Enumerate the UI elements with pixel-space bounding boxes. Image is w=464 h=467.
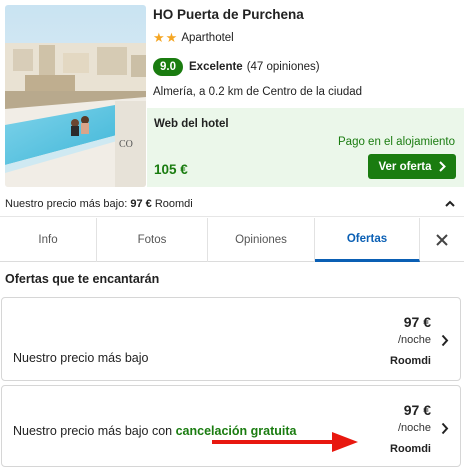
score-badge: 9.0 <box>153 58 183 76</box>
lowest-price-provider: Roomdi <box>154 198 193 210</box>
tab-label: Ofertas <box>346 232 388 245</box>
lowest-price-label: Nuestro precio más bajo: <box>5 198 128 210</box>
stars-row: ★ ★ Aparthotel <box>153 31 234 45</box>
deal-unit: /noche <box>397 422 431 434</box>
chevron-right-icon <box>441 334 449 347</box>
arrow-annotation <box>212 432 358 452</box>
lowest-price-value: 97 € <box>130 198 152 210</box>
hotel-name[interactable]: HO Puerta de Purchena <box>153 7 304 22</box>
tab-info[interactable]: Info <box>0 218 97 262</box>
hotel-location: Almería, a 0.2 km de Centro de la ciudad <box>153 86 363 98</box>
tab-offers[interactable]: Ofertas <box>315 218 420 262</box>
offer-price: 105 € <box>154 162 188 177</box>
deal-label: Nuestro precio más bajo <box>13 351 149 365</box>
rating-label: Excelente <box>189 61 243 73</box>
rating-row: 9.0 Excelente (47 opiniones) <box>153 58 320 76</box>
tab-label: Info <box>38 234 58 246</box>
deal-provider: Roomdi <box>390 443 431 455</box>
chevron-up-icon[interactable] <box>444 198 456 210</box>
hotel-photo[interactable]: CO <box>5 5 146 187</box>
deal-card[interactable]: Nuestro precio más bajo 97 € /noche Room… <box>1 297 461 381</box>
offer-source: Web del hotel <box>154 118 229 130</box>
tab-reviews[interactable]: Opiniones <box>208 218 315 262</box>
tab-label: Fotos <box>137 234 167 246</box>
hotel-type: Aparthotel <box>181 32 234 44</box>
close-icon <box>436 234 448 246</box>
featured-offer[interactable]: Web del hotel Pago en el alojamiento 105… <box>147 108 464 187</box>
offer-payment-note: Pago en el alojamiento <box>338 136 455 148</box>
deal-provider: Roomdi <box>390 355 431 367</box>
star-icon: ★ <box>153 30 165 45</box>
tab-label: Opiniones <box>235 234 287 246</box>
detail-tabs: Info Fotos Opiniones Ofertas <box>0 218 464 262</box>
svg-text:CO: CO <box>119 139 133 150</box>
view-offer-button[interactable]: Ver oferta <box>368 154 456 179</box>
deal-card[interactable]: Nuestro precio más bajo con cancelación … <box>1 385 461 467</box>
view-offer-label: Ver oferta <box>378 160 432 173</box>
chevron-right-icon <box>438 161 446 172</box>
deal-unit: /noche <box>397 334 431 346</box>
star-icon: ★ <box>165 30 178 45</box>
close-button[interactable] <box>420 218 464 262</box>
tab-photos[interactable]: Fotos <box>97 218 208 262</box>
chevron-right-icon <box>441 422 449 435</box>
deal-label-text: Nuestro precio más bajo con <box>13 424 176 438</box>
review-count[interactable]: (47 opiniones) <box>247 61 320 73</box>
deal-price: 97 € <box>403 314 431 330</box>
lowest-price-bar[interactable]: Nuestro precio más bajo: 97 € Roomdi <box>0 192 464 217</box>
section-title: Ofertas que te encantarán <box>5 272 160 286</box>
hotel-card: CO HO Puerta de Purchena ★ ★ Aparthotel … <box>0 0 464 192</box>
deal-price: 97 € <box>403 402 431 418</box>
